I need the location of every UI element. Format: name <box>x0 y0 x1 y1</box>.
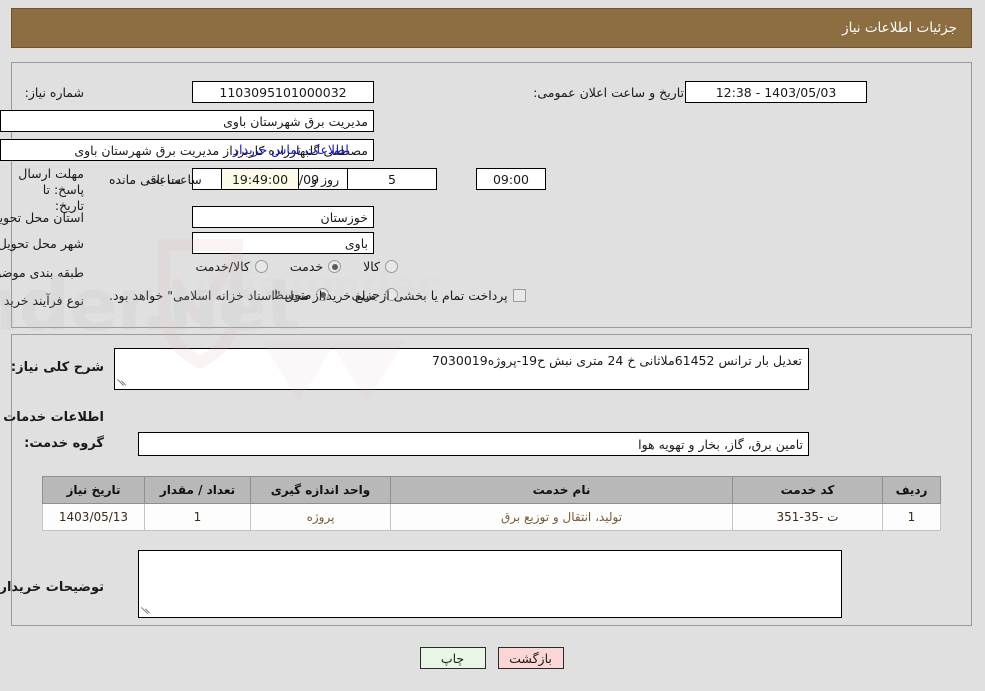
category-label-0: کالا <box>364 259 381 274</box>
city-label: شهر محل تحویل: <box>0 236 85 251</box>
need-number-label: شماره نیاز: <box>25 85 85 100</box>
category-label-1: خدمت <box>290 259 325 274</box>
services-table: ردیف کد خدمت نام خدمت واحد اندازه گیری تعداد… <box>43 476 942 531</box>
treasury-checkbox-label: پرداخت تمام یا بخشی از مبلغ خرید،از محل … <box>110 288 509 303</box>
back-button[interactable]: بازگشت <box>498 647 565 669</box>
table-cell-unit: پروژه <box>251 503 392 531</box>
table-col-header-4: تعداد / مقدار <box>145 476 252 504</box>
table-cell-name: تولید، انتقال و توزیع برق <box>391 503 734 531</box>
summary-textarea[interactable]: تعدیل بار ترانس 61452ملاثانی خ 24 متری ن… <box>115 348 810 390</box>
table-cell-row: 1 <box>883 503 942 531</box>
treasury-checkbox[interactable] <box>513 289 527 302</box>
province-value: خوزستان <box>193 206 375 228</box>
category-option-1[interactable]: خدمت <box>290 259 343 274</box>
category-option-0[interactable]: کالا <box>364 259 399 274</box>
service-group-value: تامین برق، گاز، بخار و تهویه هوا <box>139 432 810 456</box>
table-col-header-3: واحد اندازه گیری <box>251 476 392 504</box>
action-button-row: بازگشت چاپ <box>0 647 985 669</box>
page-header-bar: جزئیات اطلاعات نیاز <box>12 8 973 48</box>
print-button[interactable]: چاپ <box>420 647 487 669</box>
remaining-time-value: 19:49:00 <box>222 168 300 190</box>
table-col-header-5: تاریخ نیاز <box>43 476 146 504</box>
category-radio-2[interactable] <box>255 260 269 273</box>
remaining-suffix-label: ساعت باقی مانده <box>110 172 203 187</box>
deadline-label: مهلت ارسال پاسخ: تا تاریخ: <box>19 166 85 213</box>
need-number-value: 1103095101000032 <box>193 81 375 103</box>
announce-datetime-label: تاریخ و ساعت اعلان عمومی: <box>534 85 685 100</box>
table-col-header-1: کد خدمت <box>733 476 884 504</box>
category-radio-group[interactable]: کالا خدمت کالا/خدمت <box>196 259 399 274</box>
resize-grip-icon[interactable] <box>118 378 128 388</box>
buyer-org-value: مدیریت برق شهرستان باوی <box>1 110 375 132</box>
table-row: 1ت -35-351 تولید، انتقال و توزیع برق پروژه… <box>43 503 942 531</box>
table-cell-code: ت -35-351 <box>733 503 884 531</box>
category-radio-0[interactable] <box>386 260 399 273</box>
table-col-header-0: ردیف <box>883 476 942 504</box>
buyer-notes-label: توضیحات خریدار: <box>0 580 105 595</box>
category-label: طبقه بندی موضوعی: <box>0 265 85 280</box>
table-header-row: ردیف کد خدمت نام خدمت واحد اندازه گیری تعداد… <box>43 476 942 504</box>
remaining-days-value: 5 <box>348 168 438 190</box>
service-group-label: گروه خدمت: <box>25 436 105 451</box>
table-body: 1ت -35-351 تولید، انتقال و توزیع برق پروژه… <box>43 503 942 531</box>
table-col-header-2: نام خدمت <box>391 476 734 504</box>
services-heading: اطلاعات خدمات مورد نیاز <box>0 410 105 425</box>
buyer-contact-link[interactable]: اطلاعات تماس خریدار <box>234 142 350 157</box>
summary-label: شرح کلی نیاز: <box>11 360 105 375</box>
category-label-2: کالا/خدمت <box>196 259 251 274</box>
province-label: استان محل تحویل: <box>0 210 85 225</box>
services-table-wrap: ردیف کد خدمت نام خدمت واحد اندازه گیری تعداد… <box>43 476 942 531</box>
treasury-checkbox-wrap[interactable]: پرداخت تمام یا بخشی از مبلغ خرید،از محل … <box>110 288 527 303</box>
announce-datetime-value: 1403/05/03 - 12:38 <box>686 81 868 103</box>
purchase-type-label: نوع فرآیند خرید : <box>0 293 85 308</box>
summary-text: تعدیل بار ترانس 61452ملاثانی خ 24 متری ن… <box>433 353 803 368</box>
page-title: جزئیات اطلاعات نیاز <box>843 20 958 36</box>
days-and-label: روز و <box>312 172 341 187</box>
city-value: باوی <box>193 232 375 254</box>
buyer-notes-textarea[interactable] <box>139 550 843 618</box>
deadline-time-value: 09:00 <box>477 168 547 190</box>
table-cell-qty: 1 <box>145 503 252 531</box>
table-cell-date: 1403/05/13 <box>43 503 146 531</box>
category-radio-1[interactable] <box>329 260 343 273</box>
resize-grip-icon[interactable] <box>142 606 152 616</box>
category-option-2[interactable]: کالا/خدمت <box>196 259 269 274</box>
